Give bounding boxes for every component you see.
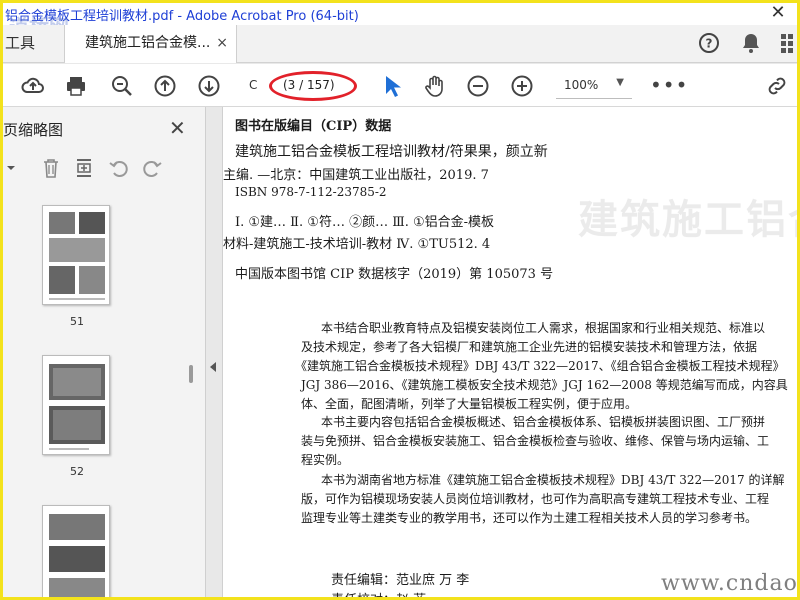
- red-annotation-oval: [269, 71, 357, 101]
- rotate-left-icon[interactable]: [108, 157, 130, 179]
- select-cursor-icon[interactable]: [380, 74, 404, 98]
- page-number-box[interactable]: C (3 / 157): [243, 71, 357, 101]
- tab-tools-label: 工具: [5, 34, 36, 52]
- panel-title: 页缩略图: [3, 121, 64, 139]
- body-line: 程实例。: [301, 453, 350, 467]
- title-bar: 铝合金模板工程培训教材.pdf - Adobe Acrobat Pro (64-…: [3, 3, 797, 25]
- background-watermark-text: 建筑施工铝合金模板工: [578, 196, 797, 243]
- thumbnail-label: 51: [70, 315, 84, 328]
- thumbnail-page-52[interactable]: [42, 355, 110, 455]
- zoom-in-icon[interactable]: [510, 74, 534, 98]
- print-icon[interactable]: [64, 74, 88, 98]
- thumbnail-toolbar: [3, 153, 205, 187]
- thumbnail-page-next[interactable]: [42, 505, 110, 597]
- insert-page-icon[interactable]: [73, 157, 95, 179]
- more-tools-icon[interactable]: •••: [650, 73, 688, 97]
- body-line: 本书为湖南省地方标准《建筑施工铝合金模板技术规程》DBJ 43/T 322—20…: [321, 473, 785, 487]
- thumbnail-image: [49, 514, 105, 597]
- chevron-down-icon: ▼: [616, 77, 624, 88]
- cip-line: 主编. —北京：中国建筑工业出版社，2019. 7: [223, 168, 489, 183]
- trash-icon[interactable]: [40, 157, 62, 179]
- next-page-icon[interactable]: [197, 74, 221, 98]
- body-line: 监理专业等土建类专业的教学用书，还可以作为土建工程相关技术人员的学习参考书。: [301, 511, 758, 525]
- tab-tools[interactable]: 工具: [3, 25, 65, 62]
- rotate-right-icon[interactable]: [141, 157, 163, 179]
- site-url-watermark: www.cndao.com: [661, 571, 798, 596]
- hand-tool-icon[interactable]: [423, 74, 447, 98]
- isbn-line: ISBN 978-7-112-23785-2: [235, 185, 387, 199]
- proofreader-line: 责任校对：赵 菲: [331, 589, 426, 597]
- tab-bar: 工具 建筑施工铝合金模... × ?: [3, 25, 797, 63]
- thumbnail-image: [49, 212, 105, 300]
- cip-line: 材料-建筑施工-技术培训-教材 Ⅳ. ①TU512. 4: [223, 237, 491, 252]
- cip-line: 建筑施工铝合金模板工程培训教材/符果果，颜立新: [235, 144, 548, 160]
- options-caret-icon[interactable]: [3, 157, 25, 179]
- thumbnail-label: 52: [70, 465, 84, 478]
- body-line: 版，可作为铝模现场安装人员岗位培训教材，也可作为高职高专建筑工程技术专业、工程: [301, 492, 770, 506]
- page-thumbnails-panel: 页缩略图 ✕ 51 52: [3, 107, 206, 597]
- collapse-arrow-icon[interactable]: [210, 362, 216, 372]
- page-input[interactable]: C: [249, 78, 257, 92]
- cip-number-line: 中国版本图书馆 CIP 数据核字（2019）第 105073 号: [235, 267, 554, 282]
- cip-line: Ⅰ. ①建… Ⅱ. ①符… ②颜… Ⅲ. ①铝合金-模板: [235, 215, 495, 230]
- cip-heading: 图书在版编目（CIP）数据: [235, 119, 392, 134]
- thumbnail-page-51[interactable]: [42, 205, 110, 305]
- body-line: JGJ 386—2016、《建筑施工模板安全技术规范》JGJ 162—2008 …: [301, 378, 788, 392]
- notifications-bell-icon[interactable]: [739, 31, 763, 55]
- body-line: 《建筑施工铝合金模板技术规程》DBJ 43/T 322—2017、《组合铝合金模…: [295, 359, 785, 373]
- zoom-value: 100%: [564, 78, 599, 92]
- svg-text:?: ?: [706, 37, 713, 51]
- zoom-out-search-icon[interactable]: [110, 74, 134, 98]
- thumbnail-scrollbar[interactable]: [189, 365, 193, 383]
- editor-line: 责任编辑：范业庶 万 李: [331, 573, 470, 588]
- thumbnail-list: 51 52: [3, 197, 205, 597]
- body-line: 本书主要内容包括铝合金模板概述、铝合金模板体系、铝模板拼装图识图、工厂预拼: [321, 415, 766, 429]
- panel-close-button[interactable]: ✕: [169, 116, 186, 140]
- apps-grid-icon[interactable]: [779, 31, 800, 55]
- acrobat-window: 铝合金模板工程培训教材.pdf - Adobe Acrobat Pro (64-…: [0, 0, 800, 600]
- help-icon[interactable]: ?: [697, 31, 721, 55]
- body-line: 装与免预拼、铝合金模板安装施工、铝合金模板检查与验收、维修、保管与场内运输、工: [301, 434, 770, 448]
- zoom-level-dropdown[interactable]: 100% ▼: [556, 73, 632, 99]
- document-page: 建筑施工铝合金模板工 图书在版编目（CIP）数据 建筑施工铝合金模板工程培训教材…: [223, 107, 797, 597]
- previous-page-icon[interactable]: [153, 74, 177, 98]
- body-line: 本书结合职业教育特点及铝模安装岗位工人需求，根据国家和行业相关规范、标准以: [321, 321, 766, 335]
- zoom-out-icon[interactable]: [466, 74, 490, 98]
- upload-cloud-icon[interactable]: [21, 74, 45, 98]
- share-link-icon[interactable]: [765, 74, 789, 98]
- window-close-button[interactable]: ✕: [765, 3, 791, 23]
- tab-document[interactable]: 建筑施工铝合金模... ×: [65, 25, 237, 63]
- main-toolbar: C (3 / 157) 100% ▼ •••: [3, 64, 797, 107]
- panel-collapse-strip[interactable]: [206, 107, 223, 597]
- body-line: 体、全面，配图清晰，列举了大量铝模板工程实例，便于应用。: [301, 397, 638, 411]
- thumbnail-image: [49, 364, 105, 450]
- body-line: 及技术规定，参考了各大铝模厂和建筑施工企业先进的铝模安装技术和管理方法，依据: [301, 340, 758, 354]
- tab-close-button[interactable]: ×: [216, 25, 228, 61]
- tab-document-label: 建筑施工铝合金模...: [85, 35, 211, 51]
